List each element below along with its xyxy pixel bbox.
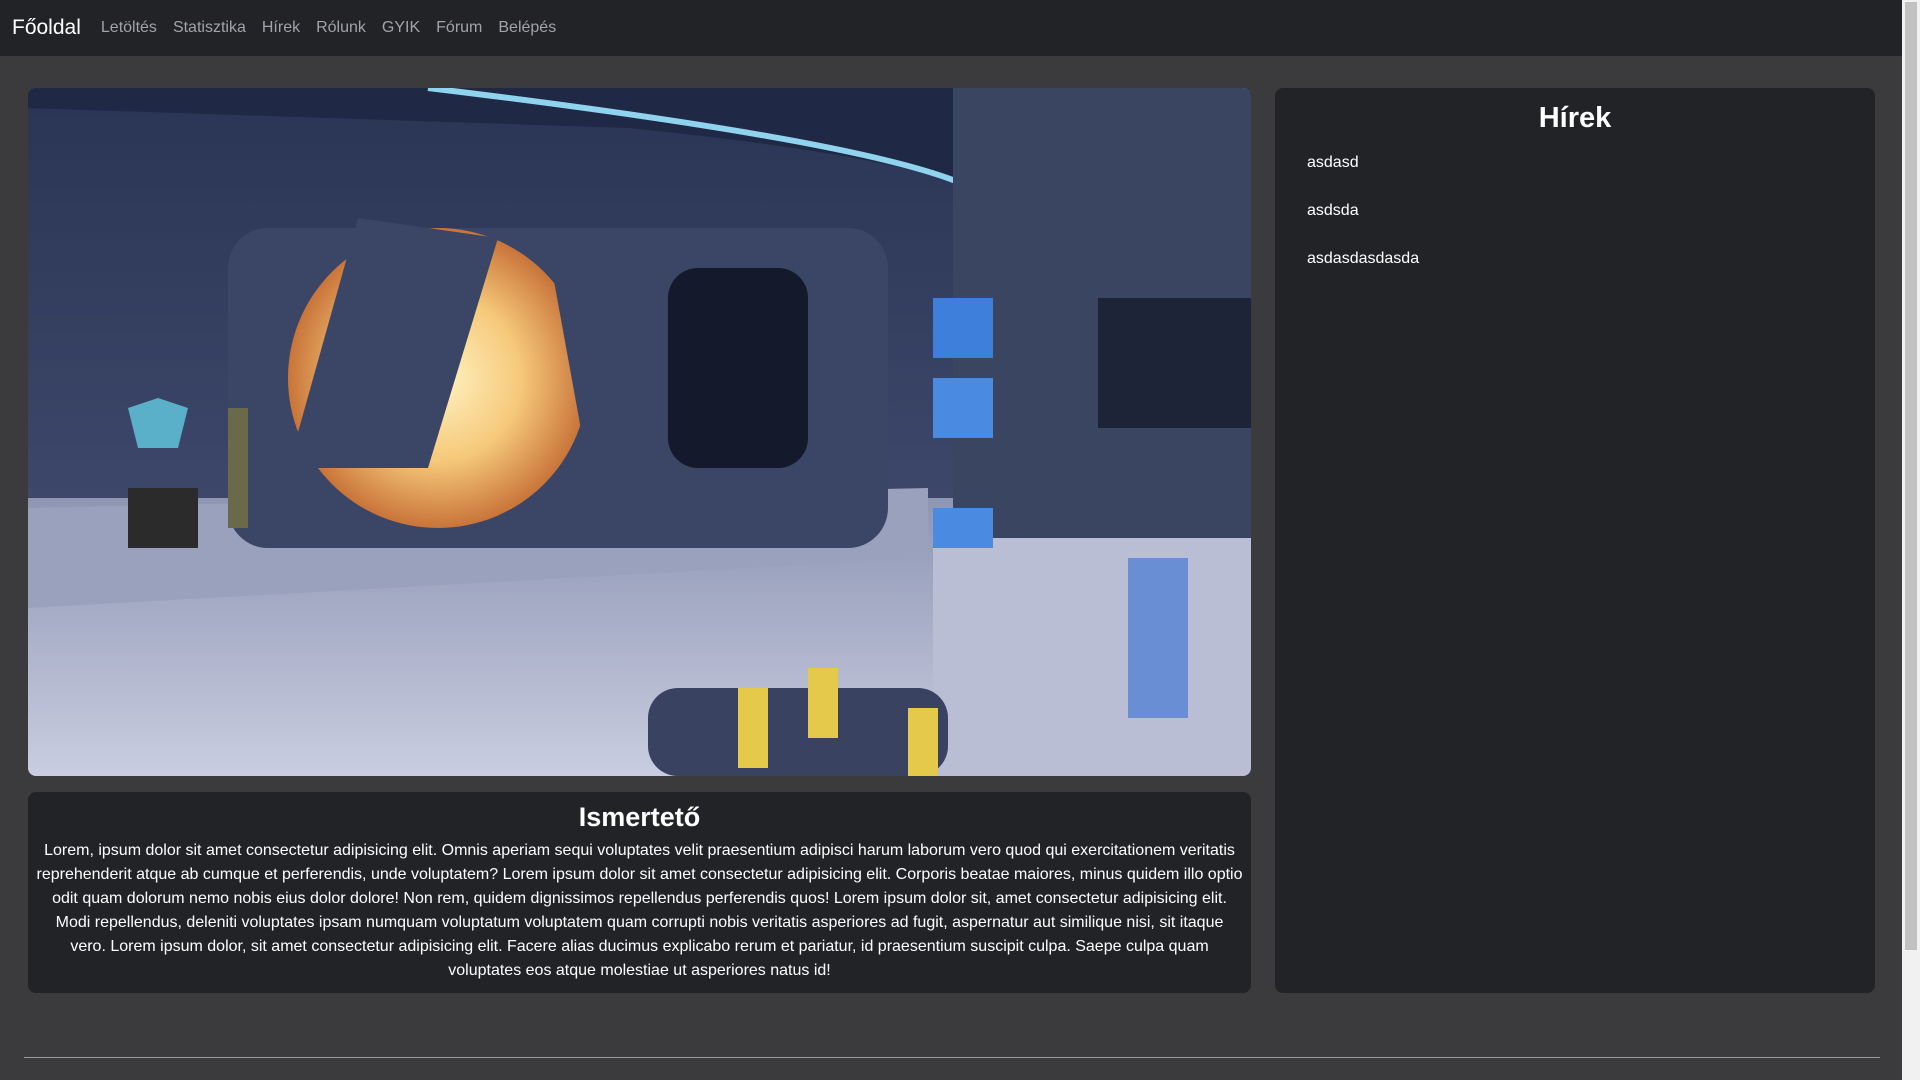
hero-image <box>28 88 1251 776</box>
spaceship-room-illustration <box>28 88 1251 776</box>
footer-divider <box>24 1057 1880 1058</box>
page-scrollbar[interactable] <box>1902 0 1920 1080</box>
about-title: Ismertető <box>578 802 701 832</box>
navbar: Főoldal Letöltés Statisztika Hírek Rólun… <box>0 0 1902 56</box>
nav-link-forum[interactable]: Fórum <box>436 19 482 37</box>
news-item[interactable]: asdsda <box>1307 199 1843 247</box>
scrollbar-thumb[interactable] <box>1905 2 1917 950</box>
nav-link-gyik[interactable]: GYIK <box>382 19 420 37</box>
news-item[interactable]: asdasdasdasda <box>1307 247 1843 295</box>
about-card: Ismertető Lorem, ipsum dolor sit amet co… <box>28 792 1251 993</box>
news-title: Hírek <box>1538 102 1612 134</box>
about-text: Lorem, ipsum dolor sit amet consectetur … <box>36 842 1243 979</box>
news-item[interactable]: asdasd <box>1307 151 1843 199</box>
news-card: Hírek asdasd asdsda asdasdasdasda <box>1275 88 1875 993</box>
nav-link-hirek[interactable]: Hírek <box>262 19 300 37</box>
nav-link-letoltes[interactable]: Letöltés <box>101 19 157 37</box>
nav-link-statisztika[interactable]: Statisztika <box>173 19 246 37</box>
nav-link-belepes[interactable]: Belépés <box>498 19 556 37</box>
brand-link[interactable]: Főoldal <box>12 16 81 40</box>
nav-link-rolunk[interactable]: Rólunk <box>316 19 366 37</box>
